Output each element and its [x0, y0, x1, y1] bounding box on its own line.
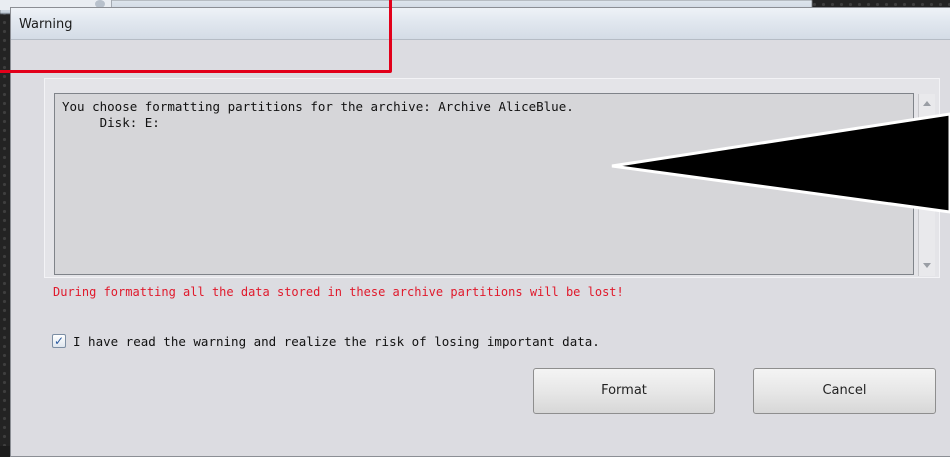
acknowledge-checkbox[interactable]: ✓: [52, 334, 66, 348]
checkmark-icon: ✓: [53, 334, 65, 348]
message-line-1: You choose formatting partitions for the…: [62, 99, 574, 114]
acknowledge-label[interactable]: I have read the warning and realize the …: [73, 334, 600, 349]
message-scrollbar[interactable]: [918, 94, 935, 276]
message-line-2: Disk: E:: [62, 115, 160, 130]
scroll-up-arrow-icon[interactable]: [923, 101, 931, 106]
message-text: You choose formatting partitions for the…: [62, 99, 902, 131]
scroll-down-arrow-icon[interactable]: [923, 263, 931, 268]
data-loss-warning: During formatting all the data stored in…: [53, 285, 624, 299]
dialog-title: Warning: [19, 17, 73, 32]
format-button[interactable]: Format: [533, 368, 715, 414]
cancel-button[interactable]: Cancel: [753, 368, 936, 414]
dialog-titlebar[interactable]: Warning: [11, 8, 950, 40]
